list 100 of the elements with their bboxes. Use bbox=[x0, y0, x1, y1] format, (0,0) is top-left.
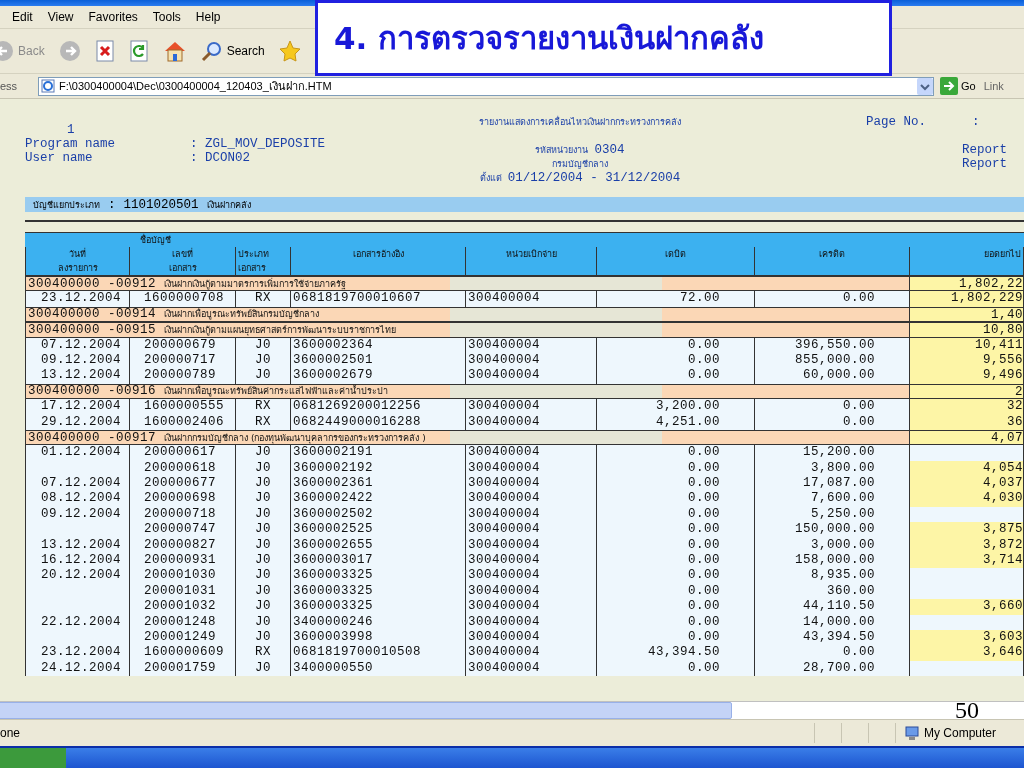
table-cell: 3600002361 bbox=[291, 476, 466, 492]
stop-icon bbox=[94, 40, 115, 62]
slide-number: 50 bbox=[955, 697, 979, 724]
table-cell: 20.12.2004 bbox=[25, 568, 130, 584]
table-cell: 0681819700010607 bbox=[291, 291, 466, 307]
table-cell: 3,875 bbox=[910, 522, 1024, 538]
field-value: : ZGL_MOV_DEPOSITE bbox=[190, 137, 327, 151]
search-icon bbox=[200, 40, 223, 62]
table-cell: 01.12.2004 bbox=[25, 445, 130, 461]
table-cell: 1,802,229 bbox=[910, 291, 1024, 307]
menu-item[interactable]: View bbox=[47, 10, 83, 24]
field-label: รหัสหน่วยงาน bbox=[535, 144, 589, 157]
scroll-bar[interactable] bbox=[0, 701, 1024, 719]
toolbar-button[interactable]: Search bbox=[198, 38, 267, 64]
column-header: หน่วยเบิกจ่าย bbox=[466, 247, 597, 275]
menu-item[interactable]: Tools bbox=[152, 10, 190, 24]
table-cell: 10,80 bbox=[910, 322, 1024, 338]
field-label: Program name bbox=[25, 137, 116, 151]
table-cell: 23.12.2004 bbox=[25, 291, 130, 307]
table-cell: 3600002422 bbox=[291, 491, 466, 507]
table-cell: 0681819700010508 bbox=[291, 645, 466, 661]
column-header: ยอดยกไป bbox=[910, 247, 1024, 275]
page-icon bbox=[41, 79, 55, 93]
field-label: Report bbox=[962, 143, 1008, 157]
column-header: เอกสารอ้างอิง bbox=[291, 247, 466, 275]
table-cell: 3,660 bbox=[910, 599, 1024, 615]
menu-item[interactable]: Favorites bbox=[88, 10, 147, 24]
table-cell: 4,030 bbox=[910, 491, 1024, 507]
table-cell: 300400004 bbox=[466, 568, 597, 584]
table-cell: 07.12.2004 bbox=[25, 476, 130, 492]
table-cell: 17.12.2004 bbox=[25, 399, 130, 415]
table-cell: 300400004 bbox=[466, 553, 597, 569]
field-value: : bbox=[972, 115, 981, 129]
table-cell: 300400004 bbox=[466, 645, 597, 661]
table-cell: 300400004 bbox=[466, 368, 597, 384]
table-cell: 3600002191 bbox=[291, 445, 466, 461]
field-label: Page No. bbox=[866, 115, 927, 129]
account-name: เงินฝากเพื่อบูรณะทรัพย์สินค่ากระแสไฟฟ้าและค่าน้ำประปา bbox=[164, 384, 389, 399]
field-value: 0304 bbox=[594, 143, 625, 157]
column-header: เดบิต bbox=[597, 247, 755, 275]
account-code: 300400000 -00915 bbox=[28, 322, 157, 337]
department-name: กรมบัญชีกลาง bbox=[552, 158, 608, 171]
account-name: เงินฝากเพื่อบูรณะทรัพย์สินกรมบัญชีกลาง bbox=[164, 307, 320, 322]
table-cell: 3600003325 bbox=[291, 568, 466, 584]
field-label: ตั้งแต่ bbox=[479, 171, 502, 185]
field-label: Report bbox=[962, 157, 1008, 171]
table-cell: 23.12.2004 bbox=[25, 645, 130, 661]
dropdown-icon bbox=[917, 77, 933, 95]
table-cell: 3600003017 bbox=[291, 553, 466, 569]
ledger-code: 1101020501 bbox=[123, 197, 199, 212]
table-cell: 3600002525 bbox=[291, 522, 466, 538]
table-cell: 08.12.2004 bbox=[25, 491, 130, 507]
status-text: one bbox=[0, 726, 22, 740]
table-cell: 9,496 bbox=[910, 368, 1024, 384]
refresh-icon bbox=[128, 40, 149, 62]
column-header: เครดิต bbox=[755, 247, 910, 275]
separator-text: : bbox=[108, 197, 116, 212]
account-name: เงินฝากเงินกู้ตามมาตรการเพิ่มการใช้จ่ายภาครัฐ bbox=[164, 277, 347, 291]
field-value: : DCON02 bbox=[190, 151, 251, 165]
table-cell: 300400004 bbox=[466, 399, 597, 415]
menu-item[interactable]: Edit bbox=[12, 10, 42, 24]
table-cell: 1,802,22 bbox=[910, 276, 1024, 292]
table-cell: 300400004 bbox=[466, 291, 597, 307]
table-cell: 0681269200012256 bbox=[291, 399, 466, 415]
field-label: User name bbox=[25, 151, 94, 165]
ledger-name: เงินฝากคลัง bbox=[206, 198, 251, 212]
links-label[interactable]: Link bbox=[981, 80, 1004, 92]
page-index: 1 bbox=[66, 123, 76, 137]
table-cell: 32 bbox=[910, 399, 1024, 415]
go-button[interactable]: Go bbox=[938, 77, 978, 95]
date-range: 01/12/2004 - 31/12/2004 bbox=[507, 171, 681, 185]
table-cell: 300400004 bbox=[466, 599, 597, 615]
account-name: เงินฝากเงินกู้ตามแผนยุทธศาสตร์การพัฒนาระบบราชการไทย bbox=[164, 323, 397, 337]
column-header: เลขที่ เอกสาร bbox=[130, 247, 236, 275]
account-code: 300400000 -00916 bbox=[28, 384, 157, 399]
column-header: ชื่อบัญชี bbox=[140, 233, 171, 247]
field-label: บัญชีแยกประเภท bbox=[33, 198, 100, 212]
menu-item[interactable]: Help bbox=[195, 10, 230, 24]
account-code: 300400000 -00917 bbox=[28, 430, 157, 445]
table-cell: 3600003325 bbox=[291, 599, 466, 615]
table-cell: 16.12.2004 bbox=[25, 553, 130, 569]
account-name: เงินฝากกรมบัญชีกลาง (กองทุนพัฒนาบุคลากรของกระทรวงการคลัง ) bbox=[164, 431, 426, 445]
report-title: รายงานแสดงการเคลื่อนไหวเงินฝากกระทรวงการคลัง bbox=[479, 115, 681, 129]
account-code: 300400000 -00912 bbox=[28, 276, 157, 291]
table-cell: 3,646 bbox=[910, 645, 1024, 661]
column-header: ประเภท เอกสาร bbox=[236, 247, 291, 275]
table-cell: 3,714 bbox=[910, 553, 1024, 569]
computer-icon bbox=[904, 725, 920, 741]
table-cell: 13.12.2004 bbox=[25, 368, 130, 384]
table-cell: 4,037 bbox=[910, 476, 1024, 492]
account-code: 300400000 -00914 bbox=[28, 307, 157, 322]
slide-title: 4. การตรวจรายงานเงินฝากคลัง bbox=[315, 0, 892, 76]
table-cell: 300400004 bbox=[466, 445, 597, 461]
zone-label: My Computer bbox=[924, 726, 997, 740]
star-icon bbox=[278, 40, 301, 62]
table-cell: 3600002679 bbox=[291, 368, 466, 384]
table-cell: 300400004 bbox=[466, 476, 597, 492]
address-label: ess bbox=[0, 80, 19, 92]
table-cell: 300400004 bbox=[466, 522, 597, 538]
address-field[interactable]: F:\0300400004\Dec\0300400004_120403_เงินฝาก.HTM bbox=[38, 76, 934, 96]
